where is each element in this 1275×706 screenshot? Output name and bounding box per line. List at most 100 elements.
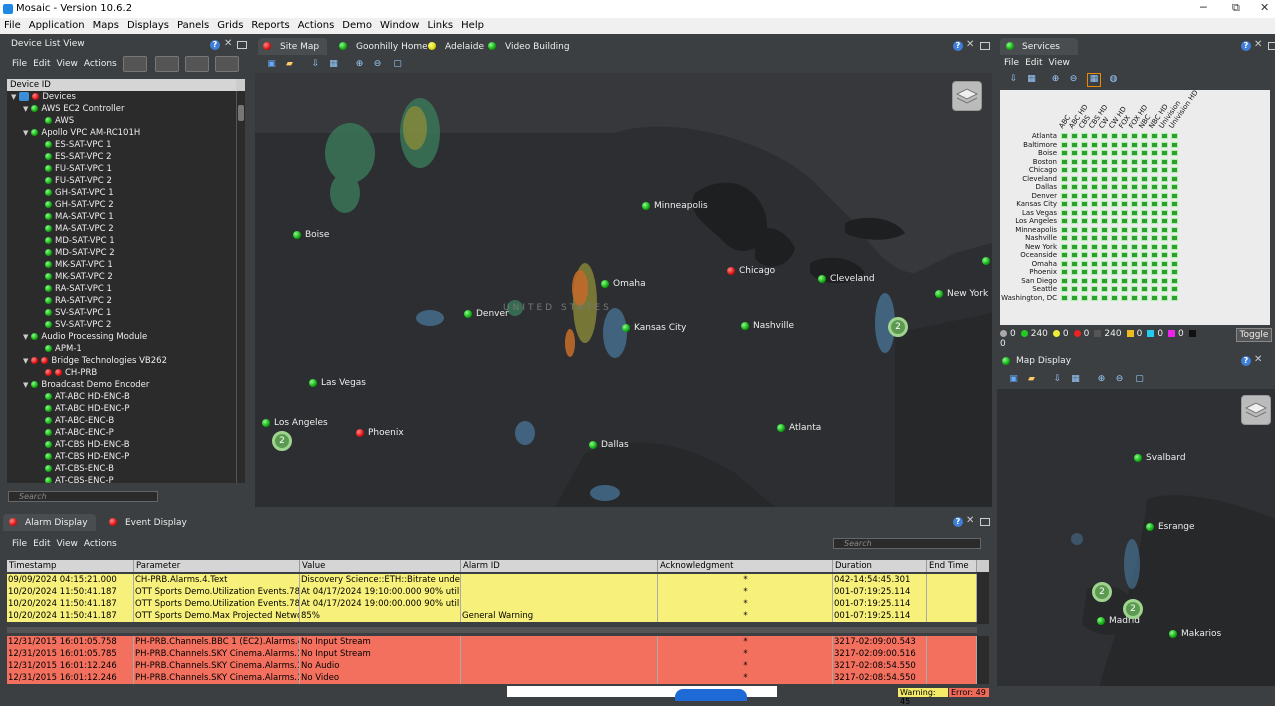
grid-cell[interactable] [1101, 260, 1108, 267]
grid-cell[interactable] [1121, 209, 1128, 216]
grid-cell[interactable] [1141, 158, 1148, 165]
tree-item[interactable]: AT-ABC-ENC-B [7, 415, 237, 427]
grid-cell[interactable] [1141, 167, 1148, 173]
menu-maps[interactable]: Maps [89, 18, 123, 31]
device-tree[interactable]: ▼ Devices ▼ AWS EC2 Controller AWS ▼ Apollo VP… [7, 91, 237, 483]
grid-cell[interactable] [1161, 141, 1168, 148]
tree-item[interactable]: MA-SAT-VPC 2 [7, 223, 237, 235]
map-marker-chicago[interactable]: Chicago [727, 266, 775, 276]
map-marker-boise[interactable]: Boise [293, 230, 329, 240]
export-icon[interactable]: ▦ [1070, 374, 1081, 385]
menu-file[interactable]: File [0, 18, 25, 31]
grid-cell[interactable] [1091, 175, 1098, 182]
grid-cell[interactable] [1131, 277, 1138, 284]
menu-file[interactable]: File [12, 539, 27, 549]
tree-item[interactable]: ES-SAT-VPC 1 [7, 139, 237, 151]
grid-cell[interactable] [1141, 260, 1148, 267]
grid-cell[interactable] [1121, 286, 1128, 292]
grid-cell[interactable] [1131, 150, 1138, 156]
menu-actions[interactable]: Actions [84, 59, 117, 69]
grid-cell[interactable] [1091, 252, 1098, 258]
tree-item[interactable]: RA-SAT-VPC 1 [7, 283, 237, 295]
grid-cell[interactable] [1121, 252, 1128, 258]
close-panel-icon[interactable]: ✕ [966, 39, 974, 50]
grid-cell[interactable] [1121, 133, 1128, 139]
grid-cell[interactable] [1131, 201, 1138, 207]
table-row[interactable]: 12/31/2015 16:01:05.758 PH-PRB.Channels.B… [7, 636, 977, 648]
tree-tool-button-2[interactable] [155, 56, 179, 72]
grid-cell[interactable] [1101, 192, 1108, 199]
zoom-in-icon[interactable]: ⊕ [1096, 374, 1107, 385]
grid-cell[interactable] [1081, 243, 1088, 250]
table-row[interactable]: 12/31/2015 16:01:12.246 PH-PRB.Channels.S… [7, 660, 977, 672]
grid-cell[interactable] [1081, 260, 1088, 267]
tree-item[interactable]: SV-SAT-VPC 1 [7, 307, 237, 319]
table-row[interactable]: 10/20/2024 11:50:41.187 OTT Sports Demo.U… [7, 598, 977, 610]
menu-window[interactable]: Window [376, 18, 423, 31]
grid-cell[interactable] [1101, 150, 1108, 156]
grid-cell[interactable] [1081, 141, 1088, 148]
grid-cell[interactable] [1061, 260, 1068, 267]
grid-cell[interactable] [1061, 150, 1068, 156]
grid-cell[interactable] [1161, 269, 1168, 275]
tree-item[interactable]: GH-SAT-VPC 1 [7, 187, 237, 199]
grid-cell[interactable] [1171, 243, 1178, 250]
grid-cell[interactable] [1091, 218, 1098, 224]
grid-cell[interactable] [1171, 158, 1178, 165]
grid-cell[interactable] [1161, 209, 1168, 216]
grid-cell[interactable] [1061, 294, 1068, 301]
split-divider[interactable] [7, 627, 977, 633]
device-search-input[interactable]: Search [8, 491, 158, 502]
tree-item[interactable]: AT-ABC-ENC-P [7, 427, 237, 439]
table-row[interactable]: 10/20/2024 11:50:41.187 OTT Sports Demo.M… [7, 610, 977, 622]
grid-cell[interactable] [1081, 175, 1088, 182]
grid-cell[interactable] [1071, 167, 1078, 173]
tree-tool-button-1[interactable] [123, 56, 147, 72]
grid-cell[interactable] [1071, 226, 1078, 233]
grid-cell[interactable] [1101, 184, 1108, 190]
grid-cell[interactable] [1131, 243, 1138, 250]
save-icon[interactable]: ▣ [266, 59, 277, 70]
grid-cell[interactable] [1171, 167, 1178, 173]
grid-cell[interactable] [1111, 167, 1118, 173]
map-marker-los-angeles[interactable]: Los Angeles [262, 418, 328, 428]
map-marker-cleveland[interactable]: Cleveland [818, 274, 875, 284]
export-icon[interactable]: ▦ [328, 59, 339, 70]
grid-cell[interactable] [1141, 243, 1148, 250]
help-icon[interactable]: ? [953, 41, 963, 51]
menu-demo[interactable]: Demo [338, 18, 376, 31]
grid-cell[interactable] [1091, 150, 1098, 156]
grid-cell[interactable] [1161, 235, 1168, 241]
grid-cell[interactable] [1091, 226, 1098, 233]
grid-cell[interactable] [1121, 175, 1128, 182]
grid-cell[interactable] [1121, 158, 1128, 165]
toggle-button[interactable]: Toggle [1236, 328, 1272, 342]
tab-event-display[interactable]: Event Display [103, 514, 195, 531]
grid-cell[interactable] [1101, 133, 1108, 139]
menu-panels[interactable]: Panels [173, 18, 213, 31]
grid-cell[interactable] [1141, 201, 1148, 207]
overlay-button[interactable] [675, 689, 747, 701]
grid-cell[interactable] [1131, 209, 1138, 216]
grid-cell[interactable] [1141, 141, 1148, 148]
grid-cell[interactable] [1151, 133, 1158, 139]
grid-cell[interactable] [1111, 184, 1118, 190]
tree-item[interactable]: ▼ Apollo VPC AM-RC101H [7, 127, 237, 139]
tree-item[interactable]: AT-CBS HD-ENC-B [7, 439, 237, 451]
grid-cell[interactable] [1091, 286, 1098, 292]
grid-cell[interactable] [1071, 252, 1078, 258]
menu-application[interactable]: Application [25, 18, 89, 31]
grid-cell[interactable] [1151, 252, 1158, 258]
tab-alarm-display[interactable]: Alarm Display [3, 514, 96, 531]
grid-cell[interactable] [1171, 235, 1178, 241]
grid-cell[interactable] [1101, 252, 1108, 258]
grid-cell[interactable] [1081, 150, 1088, 156]
site-map[interactable]: UNITED STATES Minneapolis Boise Chicago Cle… [255, 73, 992, 507]
grid-cell[interactable] [1121, 294, 1128, 301]
grid-cell[interactable] [1061, 133, 1068, 139]
grid-cell[interactable] [1171, 260, 1178, 267]
grid-cell[interactable] [1071, 269, 1078, 275]
grid-cell[interactable] [1081, 201, 1088, 207]
grid-cell[interactable] [1151, 167, 1158, 173]
minimize-panel-icon[interactable] [237, 41, 247, 49]
